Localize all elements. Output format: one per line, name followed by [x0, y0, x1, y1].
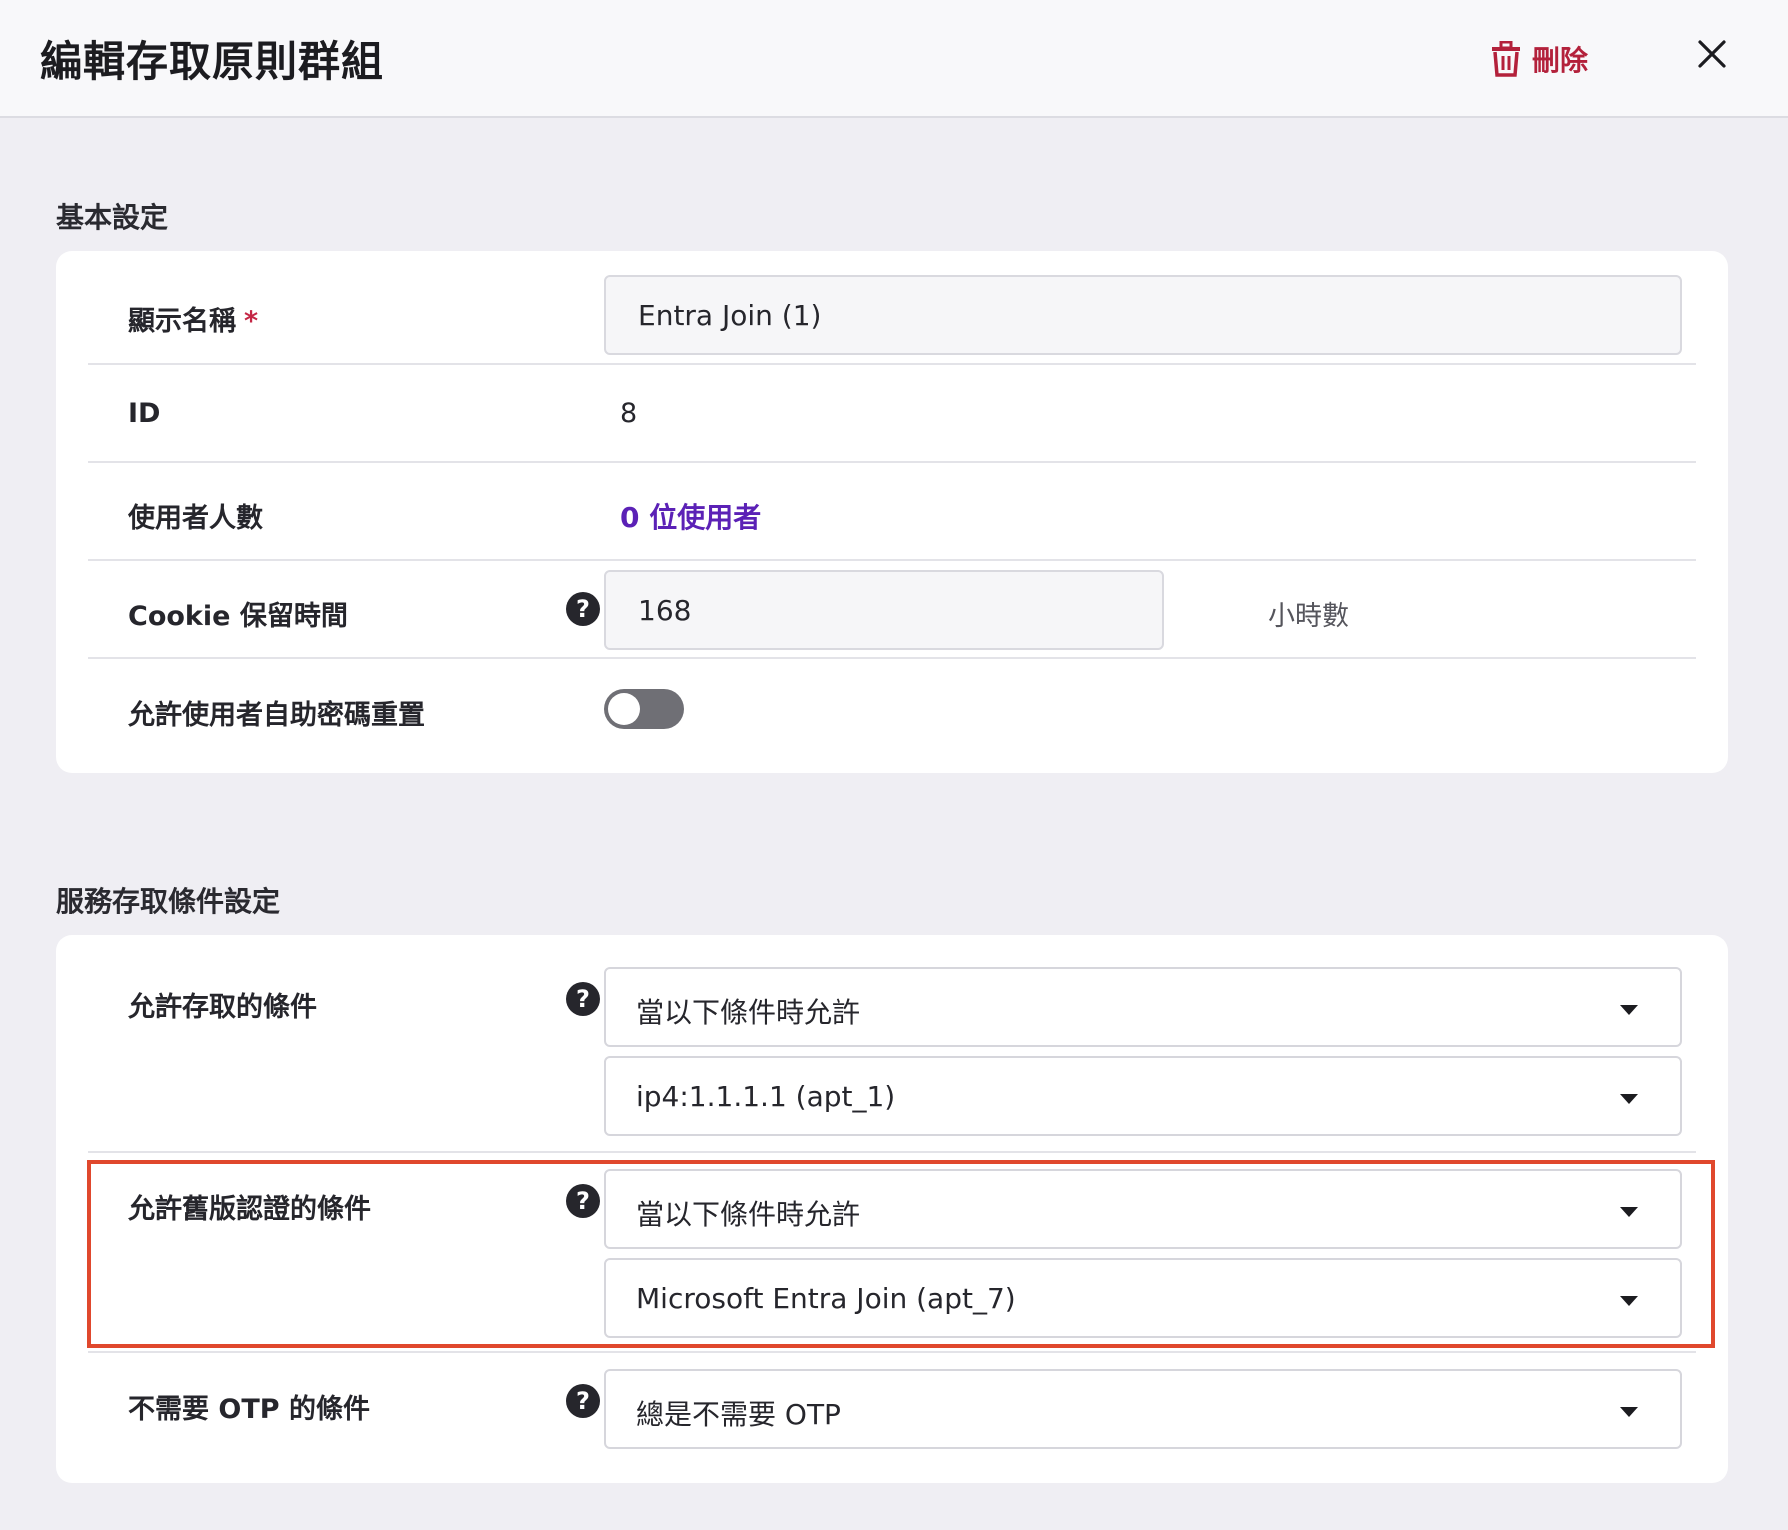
- self-reset-label: 允許使用者自助密碼重置: [128, 700, 425, 731]
- section-title-conditions: 服務存取條件設定: [56, 885, 281, 918]
- user-count-link[interactable]: 0 位使用者: [620, 496, 761, 536]
- chevron-down-icon: [1620, 1094, 1638, 1104]
- otp-mode-value: 總是不需要 OTP: [636, 1398, 841, 1431]
- row-display-name: 顯示名稱 *: [88, 251, 1696, 365]
- row-cookie: Cookie 保留時間 ? 小時數: [88, 561, 1696, 659]
- basic-settings-card: 顯示名稱* ID 8 使用者人數 0 位使用者 Cookie 保留時間 ? 小時…: [56, 251, 1728, 773]
- highlight-annotation: [87, 1160, 1715, 1348]
- help-icon[interactable]: ?: [566, 592, 600, 626]
- self-reset-toggle[interactable]: [604, 689, 684, 729]
- delete-button[interactable]: 刪除: [1490, 36, 1588, 82]
- id-value: 8: [620, 398, 638, 429]
- access-conditions-label: 允許存取的條件: [128, 992, 317, 1023]
- toggle-knob: [608, 693, 640, 725]
- user-count-label: 使用者人數: [128, 503, 263, 534]
- dialog-header: 編輯存取原則群組 刪除: [0, 0, 1788, 118]
- cookie-label: Cookie 保留時間: [128, 601, 348, 632]
- access-mode-select[interactable]: 當以下條件時允許: [604, 967, 1682, 1047]
- access-condition-value: ip4:1.1.1.1 (apt_1): [636, 1080, 896, 1113]
- display-name-input[interactable]: [604, 275, 1682, 355]
- row-user-count: 使用者人數 0 位使用者: [88, 463, 1696, 561]
- chevron-down-icon: [1620, 1407, 1638, 1417]
- chevron-down-icon: [1620, 1005, 1638, 1015]
- row-self-reset: 允許使用者自助密碼重置: [88, 659, 1696, 773]
- id-label: ID: [128, 398, 161, 429]
- row-no-otp-conditions: 不需要 OTP 的條件 ? 總是不需要 OTP: [88, 1353, 1696, 1483]
- otp-mode-select[interactable]: 總是不需要 OTP: [604, 1369, 1682, 1449]
- cookie-unit: 小時數: [1268, 601, 1349, 632]
- delete-label: 刪除: [1532, 44, 1589, 77]
- close-icon[interactable]: [1696, 38, 1728, 70]
- required-mark: *: [244, 306, 259, 337]
- display-name-label: 顯示名稱 *: [128, 306, 259, 337]
- trash-icon: [1492, 41, 1520, 77]
- help-icon[interactable]: ?: [566, 1384, 600, 1418]
- row-access-conditions: 允許存取的條件 ? 當以下條件時允許 ip4:1.1.1.1 (apt_1): [88, 935, 1696, 1153]
- no-otp-label: 不需要 OTP 的條件: [128, 1394, 370, 1425]
- access-condition-select[interactable]: ip4:1.1.1.1 (apt_1): [604, 1056, 1682, 1136]
- help-icon[interactable]: ?: [566, 982, 600, 1016]
- row-id: ID 8: [88, 365, 1696, 463]
- page-title: 編輯存取原則群組: [40, 37, 385, 86]
- cookie-duration-input[interactable]: [604, 570, 1164, 650]
- access-mode-value: 當以下條件時允許: [636, 996, 861, 1029]
- section-title-basic: 基本設定: [56, 201, 169, 234]
